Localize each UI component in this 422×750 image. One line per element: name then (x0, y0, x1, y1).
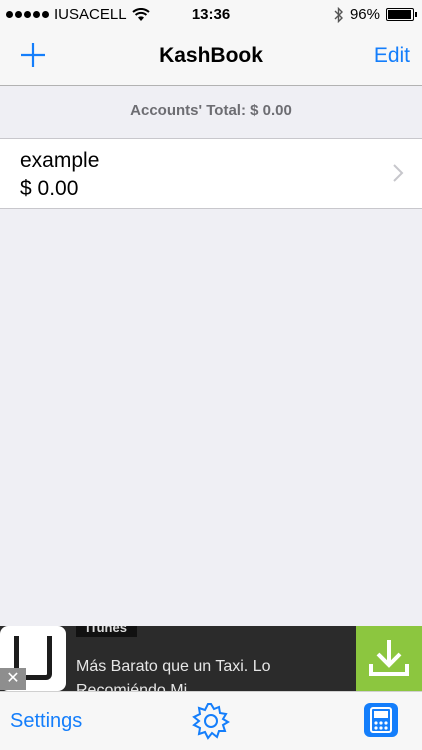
ad-download-button[interactable] (356, 626, 422, 691)
battery-fill (388, 10, 412, 19)
tab-bar: Settings (0, 691, 422, 750)
status-bar: IUSACELL 13:36 96% (0, 0, 422, 30)
page-title: KashBook (159, 44, 263, 67)
ad-text-line1: Más Barato que un Taxi. Lo (76, 658, 271, 675)
account-row[interactable]: example $ 0.00 (0, 138, 422, 209)
gear-icon[interactable] (191, 701, 231, 741)
edit-button[interactable]: Edit (374, 44, 410, 68)
ad-source-tag: iTunes (76, 626, 137, 637)
app-icon[interactable] (362, 701, 400, 739)
bluetooth-icon (334, 6, 343, 23)
ad-text-line2: Recomiéndo Mi... (76, 682, 201, 691)
ad-banner[interactable]: ✕ iTunes Más Barato que un Taxi. Lo Reco… (0, 626, 422, 691)
chevron-right-icon (393, 164, 404, 182)
plus-icon[interactable] (18, 40, 48, 70)
download-icon (369, 640, 409, 676)
battery-percent: 96% (349, 6, 380, 23)
settings-button[interactable]: Settings (10, 710, 82, 733)
account-balance: $ 0.00 (20, 177, 79, 200)
ad-close-button[interactable]: ✕ (0, 668, 26, 690)
accounts-total: Accounts' Total: $ 0.00 (130, 102, 292, 119)
battery-icon (386, 8, 417, 21)
navigation-bar: KashBook Edit (0, 30, 422, 86)
status-right: 96% (334, 6, 417, 23)
account-name: example (20, 149, 100, 172)
